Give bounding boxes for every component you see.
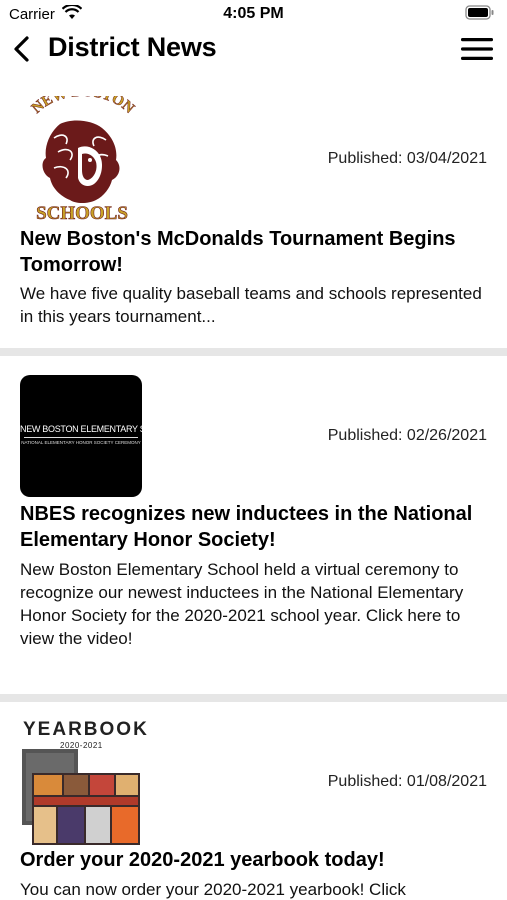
article-title: New Boston's McDonalds Tournament Begins… (20, 228, 456, 276)
yearbook-cover-image (22, 749, 140, 845)
yearbook-thumbnail-title: YEARBOOK (23, 719, 149, 740)
thumbnail-ceremony-name: NATIONAL ELEMENTARY HONOR SOCIETY CEREMO… (21, 440, 141, 445)
article-summary: New Boston Elementary School held a virt… (20, 560, 464, 648)
svg-text:NEW BOSTON: NEW BOSTON (29, 96, 137, 117)
divider (0, 694, 507, 702)
divider (0, 348, 507, 356)
honor-society-thumbnail: NEW BOSTON ELEMENTARY SCHOOL NATIONAL EL… (20, 375, 142, 497)
battery-icon (465, 5, 494, 20)
yearbook-thumbnail: YEARBOOK 2020-2021 (20, 717, 147, 845)
thumbnail-rule (24, 437, 138, 438)
news-item-honor-society[interactable]: NEW BOSTON ELEMENTARY SCHOOL NATIONAL EL… (0, 356, 507, 694)
news-item-yearbook[interactable]: YEARBOOK 2020-2021 Published: 01/08/2021… (0, 702, 507, 900)
page-title: District News (48, 32, 217, 62)
new-boston-schools-logo: NEW BOSTON SCHOOLS (29, 96, 138, 222)
published-date: Published: 01/08/2021 (327, 773, 487, 790)
hamburger-menu-icon[interactable] (461, 36, 493, 62)
article-summary: You can now order your 2020-2021 yearboo… (20, 880, 406, 899)
thumbnail-school-name: NEW BOSTON ELEMENTARY SCHOOL (20, 424, 142, 434)
article-summary: We have five quality baseball teams and … (20, 284, 482, 326)
news-item-mcdonalds-tournament[interactable]: NEW BOSTON SCHOOLS Published: 03/04/2021… (0, 90, 507, 348)
svg-text:SCHOOLS: SCHOOLS (36, 203, 128, 222)
published-date: Published: 03/04/2021 (327, 150, 487, 167)
status-bar: Carrier 4:05 PM (0, 0, 507, 28)
nav-bar: District News (0, 28, 507, 72)
back-chevron-icon[interactable] (10, 34, 34, 64)
status-time: 4:05 PM (223, 5, 284, 22)
article-title: Order your 2020-2021 yearbook today! (20, 849, 385, 871)
article-title: NBES recognizes new inductees in the Nat… (20, 503, 473, 551)
published-date: Published: 02/26/2021 (327, 427, 487, 444)
